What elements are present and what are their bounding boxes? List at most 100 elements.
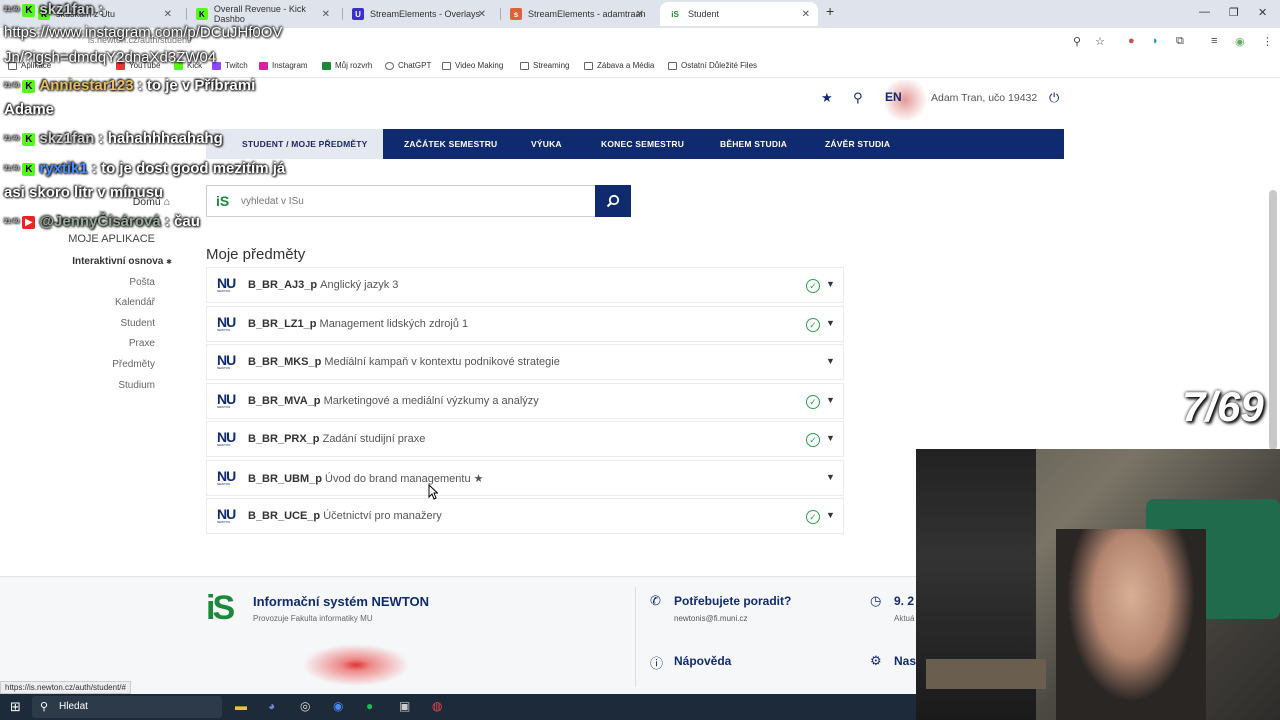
bookmark-item[interactable]: Instagram [259, 61, 308, 70]
course-row[interactable]: NU NEWTON B_BR_MKS_p Mediální kampaň v kon… [206, 344, 844, 380]
course-code[interactable]: B_BR_UCE_p Účetnictví pro manažery [248, 510, 442, 522]
chevron-down-icon[interactable]: ▼ [826, 510, 835, 520]
course-code[interactable]: B_BR_LZ1_p Management lidských zdrojů 1 [248, 318, 468, 330]
bookmark-item[interactable]: Video Making [442, 61, 503, 70]
taskbar-search[interactable]: ⚲ Hledat [32, 696, 222, 718]
logout-icon[interactable]: ⏻ [1049, 90, 1059, 106]
chrome-icon[interactable]: ◉ [333, 699, 343, 713]
sidebar-item-praxe[interactable]: Praxe [129, 338, 155, 349]
extensions-puzzle-icon[interactable]: ⧉ [1176, 35, 1184, 48]
sidebar-item-kalendar[interactable]: Kalendář [115, 297, 155, 308]
tab-search-icon[interactable]: ≡ [1211, 35, 1217, 47]
browser-tab-active[interactable]: iS Student ✕ [660, 2, 818, 26]
close-icon[interactable]: ✕ [322, 9, 330, 20]
chevron-down-icon[interactable]: ▼ [826, 356, 835, 366]
new-tab-icon[interactable]: + [826, 3, 834, 19]
kick-icon: K [22, 132, 36, 146]
search-button[interactable] [595, 185, 631, 217]
course-row[interactable]: NU NEWTON B_BR_UBM_p Úvod do brand managem… [206, 460, 844, 496]
profile-avatar-icon[interactable]: ◉ [1235, 35, 1245, 48]
close-icon[interactable]: ✕ [802, 9, 810, 20]
chevron-down-icon[interactable]: ▼ [826, 472, 835, 482]
help-email[interactable]: newtonis@fi.muni.cz [674, 614, 747, 623]
tab-zacatek-semestru[interactable]: ZAČÁTEK SEMESTRU [404, 129, 497, 159]
minimize-icon[interactable]: — [1199, 6, 1210, 18]
sidebar-item-posta[interactable]: Pošta [129, 277, 155, 288]
bookmark-item[interactable]: ChatGPT [385, 61, 431, 70]
search-icon[interactable]: ⚲ [853, 90, 863, 106]
tab-konec-semestru[interactable]: KONEC SEMESTRU [601, 129, 684, 159]
browser-tab[interactable]: U StreamElements - Overlays ✕ [344, 2, 494, 26]
file-explorer-icon[interactable]: ▬ [235, 699, 247, 713]
napoveda-link[interactable]: Nápověda [674, 654, 731, 668]
search-input[interactable] [241, 190, 581, 212]
course-row[interactable]: NU NEWTON B_BR_MVA_p Marketingové a mediál… [206, 383, 844, 419]
course-code[interactable]: B_BR_MVA_p Marketingové a mediální výzku… [248, 395, 539, 407]
extension-icon[interactable]: ◗ [1152, 35, 1159, 47]
chevron-down-icon[interactable]: ▼ [826, 279, 835, 289]
chat-message: 21:40 ▶ @JennyČísárová : čau [4, 213, 200, 230]
sidebar-apps-title: MOJE APLIKACE [68, 233, 155, 245]
sidebar-item-studium[interactable]: Studium [118, 380, 155, 391]
language-switch[interactable]: EN [885, 90, 902, 104]
footer-settings[interactable]: Nas [894, 654, 916, 668]
obs-icon[interactable]: ◎ [300, 699, 310, 713]
bookmark-item[interactable]: Twitch [212, 61, 248, 70]
close-icon[interactable]: ✕ [636, 9, 644, 20]
course-row[interactable]: NU NEWTON B_BR_UCE_p Účetnictví pro manaže… [206, 498, 844, 534]
terminal-icon[interactable]: ▣ [399, 699, 410, 713]
window-close-icon[interactable]: ✕ [1258, 6, 1267, 19]
sidebar-item-predmety[interactable]: Předměty [112, 359, 155, 370]
tab-zaver-studia[interactable]: ZÁVĚR STUDIA [825, 129, 890, 159]
course-name: Účetnictví pro manažery [323, 510, 442, 522]
close-icon[interactable]: ✕ [478, 9, 486, 20]
course-row[interactable]: NU NEWTON B_BR_LZ1_p Management lidských z… [206, 306, 844, 342]
browser-tab[interactable]: s StreamElements - adamtraan ✕ [502, 2, 652, 26]
chevron-down-icon[interactable]: ▼ [826, 433, 835, 443]
tab-vyuka[interactable]: VÝUKA [531, 129, 562, 159]
search-box: iS [206, 185, 596, 217]
course-row[interactable]: NU NEWTON B_BR_PRX_p Zadání studijní praxe… [206, 421, 844, 457]
chat-message: 21:40 K Anniestar123 : to je v Příbrami [4, 77, 256, 94]
restore-icon[interactable]: ❐ [1229, 6, 1239, 19]
course-name: Anglický jazyk 3 [320, 279, 399, 291]
extension-icon[interactable]: ● [1128, 35, 1135, 47]
bookmark-item[interactable]: Streaming [520, 61, 569, 70]
course-code[interactable]: B_BR_MKS_p Mediální kampaň v kontextu po… [248, 356, 560, 368]
course-code[interactable]: B_BR_PRX_p Zadání studijní praxe [248, 433, 425, 445]
discord-icon[interactable]: ◕ [268, 699, 275, 713]
chat-message: Jn/?igsh=dmdqY2dnaXd3ZW04 [4, 49, 217, 66]
bookmark-item[interactable]: Můj rozvrh [322, 61, 372, 70]
check-icon: ✓ [806, 279, 820, 293]
kick-icon: K [196, 8, 208, 20]
favorites-star-icon[interactable]: ★ [821, 90, 833, 106]
course-row[interactable]: NU NEWTON B_BR_AJ3_p Anglický jazyk 3 ✓ ▼ [206, 267, 844, 303]
page-scrollbar[interactable] [1269, 190, 1277, 450]
bookmark-item[interactable]: Ostatní Důležité Files [668, 61, 757, 70]
bookmark-star-icon[interactable]: ☆ [1095, 35, 1105, 48]
winter-decoration [300, 632, 440, 687]
app-icon[interactable]: ◍ [432, 699, 442, 713]
tab-behem-studia[interactable]: BĚHEM STUDIA [720, 129, 787, 159]
bookmark-item[interactable]: Zábava a Média [584, 61, 654, 70]
chevron-down-icon[interactable]: ▼ [826, 318, 835, 328]
windows-start-icon[interactable]: ⊞ [10, 699, 21, 715]
chat-message: 21:40 Kryxtik1 : to je dost good mezitím … [4, 160, 286, 177]
sidebar-item-student[interactable]: Student [121, 318, 155, 329]
course-code[interactable]: B_BR_UBM_p Úvod do brand managementu ★ [248, 472, 484, 485]
stream-counter: 7/69 [1182, 383, 1264, 430]
newton-logo-icon: NU NEWTON [217, 429, 236, 447]
user-name[interactable]: Adam Tran, učo 19432 [931, 92, 1037, 104]
browser-tab[interactable]: K Overall Revenue - Kick Dashbo ✕ [188, 2, 338, 26]
tab-student[interactable]: STUDENT / MOJE PŘEDMĚTY [206, 129, 383, 159]
course-name: Management lidských zdrojů 1 [319, 318, 469, 330]
help-title: Potřebujete poradit? [674, 594, 792, 608]
close-icon[interactable]: ✕ [164, 9, 172, 20]
course-code[interactable]: B_BR_AJ3_p Anglický jazyk 3 [248, 279, 398, 291]
zoom-icon[interactable]: ⚲ [1073, 35, 1081, 48]
chevron-down-icon[interactable]: ▼ [826, 395, 835, 405]
browser-menu-icon[interactable]: ⋮ [1262, 35, 1273, 48]
sidebar-item-osnova[interactable]: Interaktivní osnova ✱ [72, 256, 172, 267]
is-favicon: iS [668, 8, 682, 20]
spotify-icon[interactable]: ● [366, 699, 373, 713]
